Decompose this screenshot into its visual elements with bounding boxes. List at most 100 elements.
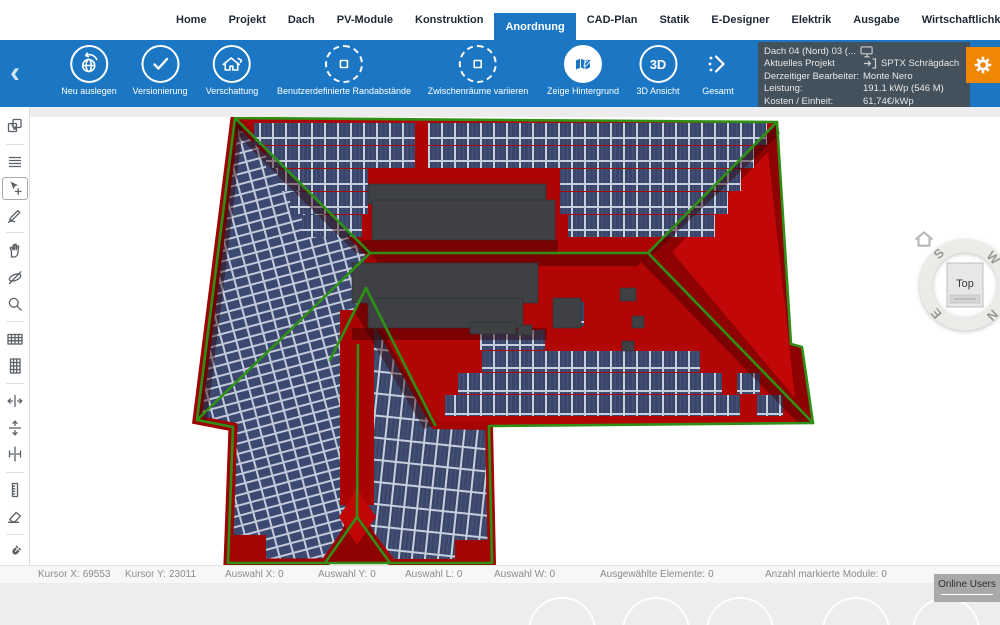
status-field: Ausgewählte Elemente:0	[600, 569, 714, 580]
toolbar-button-neu-auslegen[interactable]: Neu auslegen	[61, 45, 117, 96]
online-users-button[interactable]: Online Users	[934, 574, 1000, 602]
roof-plan-drawing	[30, 117, 1000, 565]
info-row: Leistung:191.1 kWp (546 M)	[764, 83, 964, 95]
menu-item-statik[interactable]: Statik	[648, 0, 700, 40]
toolbar-button-label: Gesamt	[702, 86, 734, 96]
screen-icon	[860, 46, 875, 58]
sidebar-tool-layer-list[interactable]	[2, 150, 28, 174]
status-field-value: 0	[370, 569, 376, 580]
toolbar-button-zwischenr-ume-variieren[interactable]: Zwischenräume variieren	[428, 45, 529, 96]
watermark-circle	[822, 597, 890, 625]
compass-top-face-label: Top	[956, 278, 974, 290]
sidebar-tool-distribute-horizontal[interactable]	[2, 442, 28, 466]
toolbar-button-benutzerdefinierte-randabst-nde[interactable]: Benutzerdefinierte Randabstände	[277, 45, 411, 96]
module-array[interactable]	[458, 373, 722, 394]
toolbar-button-label: Benutzerdefinierte Randabstände	[277, 86, 411, 96]
status-field: Auswahl X:0	[225, 569, 284, 580]
watermark-circle	[528, 597, 596, 625]
ruler-icon	[6, 481, 24, 499]
sidebar-tool-pan-hand[interactable]	[2, 239, 28, 263]
menu-item-projekt[interactable]: Projekt	[218, 0, 277, 40]
toolbar-button-versionierung[interactable]: Versionierung	[132, 45, 187, 96]
pan-hand-icon	[6, 241, 24, 259]
toolbar-button-3d-ansicht[interactable]: 3D3D Ansicht	[636, 45, 679, 96]
module-array[interactable]	[445, 395, 740, 416]
spacing-horizontal-icon	[6, 392, 24, 410]
sidebar-tool-duplicate[interactable]	[2, 115, 28, 139]
status-field-value: 69553	[83, 569, 111, 580]
menu-item-elektrik[interactable]: Elektrik	[781, 0, 843, 40]
status-field: Kursor Y:23011	[125, 569, 196, 580]
info-row-label: Leistung:	[764, 83, 863, 95]
sidebar-tool-grid-portrait[interactable]	[2, 354, 28, 378]
module-array[interactable]	[266, 146, 415, 168]
tool-sidebar	[0, 107, 30, 565]
sidebar-divider	[6, 472, 24, 473]
check-icon	[141, 45, 179, 83]
info-row-value: Monte Nero	[863, 71, 913, 83]
home-view-icon[interactable]	[914, 230, 934, 248]
relayout-globe-icon	[70, 45, 108, 83]
module-array[interactable]	[482, 351, 700, 372]
menu-item-konstruktion[interactable]: Konstruktion	[404, 0, 494, 40]
sidebar-divider	[6, 144, 24, 145]
spacing-vertical-icon	[6, 419, 24, 437]
sidebar-tool-select-move[interactable]	[2, 177, 28, 201]
sidebar-tool-magnet-snap[interactable]	[2, 540, 28, 564]
status-field-value: 0	[708, 569, 714, 580]
overview-next-icon	[699, 45, 737, 83]
toolbar-button-label: Versionierung	[132, 86, 187, 96]
layer-list-icon	[6, 153, 24, 171]
info-row-label: Aktuelles Projekt	[764, 58, 863, 70]
status-field-label: Auswahl W:	[494, 569, 547, 580]
toolbar-button-gesamt[interactable]: Gesamt	[699, 45, 737, 96]
draw-pencil-icon	[6, 206, 24, 224]
sidebar-tool-ruler[interactable]	[2, 478, 28, 502]
module-array[interactable]	[568, 215, 715, 237]
status-field: Auswahl L:0	[405, 569, 462, 580]
menu-item-ausgabe[interactable]: Ausgabe	[842, 0, 910, 40]
module-array[interactable]	[428, 123, 767, 145]
3d-view-icon: 3D	[639, 45, 677, 83]
status-bar: Kursor X:69553Kursor Y:23011Auswahl X:0A…	[0, 565, 1000, 583]
info-row: Aktuelles ProjektSPTX Schrägdach	[764, 58, 964, 70]
settings-button[interactable]	[966, 47, 1000, 83]
zoom-icon	[6, 295, 24, 313]
info-row: Derzeitiger Bearbeiter:Monte Nero	[764, 71, 964, 83]
sidebar-tool-zoom[interactable]	[2, 292, 28, 316]
info-row-label: Derzeitiger Bearbeiter:	[764, 71, 863, 83]
toolbar-button-label: Verschattung	[206, 86, 259, 96]
menu-item-e-designer[interactable]: E-Designer	[700, 0, 780, 40]
distribute-horizontal-icon	[6, 445, 24, 463]
canvas-top-strip	[30, 107, 1000, 117]
sidebar-divider	[6, 534, 24, 535]
toolbar-back-chevron-icon[interactable]: ‹	[10, 58, 20, 88]
page-footer	[0, 583, 1000, 625]
roof-layout-canvas[interactable]: S W N E Top	[30, 117, 1000, 565]
toolbar-button-zeige-hintergrund[interactable]: Zeige Hintergrund	[547, 45, 619, 96]
menu-item-cad-plan[interactable]: CAD-Plan	[576, 0, 649, 40]
sidebar-tool-spacing-vertical[interactable]	[2, 416, 28, 440]
status-field-label: Ausgewählte Elemente:	[600, 569, 705, 580]
sidebar-divider	[6, 383, 24, 384]
module-array[interactable]	[428, 146, 754, 168]
menu-item-anordnung[interactable]: Anordnung	[494, 13, 575, 40]
sidebar-tool-spacing-horizontal[interactable]	[2, 389, 28, 413]
status-field: Anzahl markierte Module:0	[765, 569, 887, 580]
sidebar-tool-rotate-flip[interactable]	[2, 265, 28, 289]
menu-item-wirtschaftlichkeit[interactable]: Wirtschaftlichkeit	[911, 0, 1000, 40]
sidebar-tool-draw-pencil[interactable]	[2, 203, 28, 227]
sidebar-tool-grid-landscape[interactable]	[2, 327, 28, 351]
module-array[interactable]	[254, 123, 415, 145]
status-field-label: Kursor Y:	[125, 569, 166, 580]
menu-item-pv-module[interactable]: PV-Module	[326, 0, 404, 40]
toolbar-button-verschattung[interactable]: Verschattung	[206, 45, 259, 96]
sidebar-tool-eraser[interactable]	[2, 505, 28, 529]
menu-item-dach[interactable]: Dach	[277, 0, 326, 40]
watermark-circle	[706, 597, 774, 625]
status-field-label: Anzahl markierte Module:	[765, 569, 878, 580]
menu-item-home[interactable]: Home	[165, 0, 218, 40]
vary-gaps-icon	[459, 45, 497, 83]
select-move-icon	[6, 179, 24, 197]
switch-project-icon	[863, 58, 877, 70]
